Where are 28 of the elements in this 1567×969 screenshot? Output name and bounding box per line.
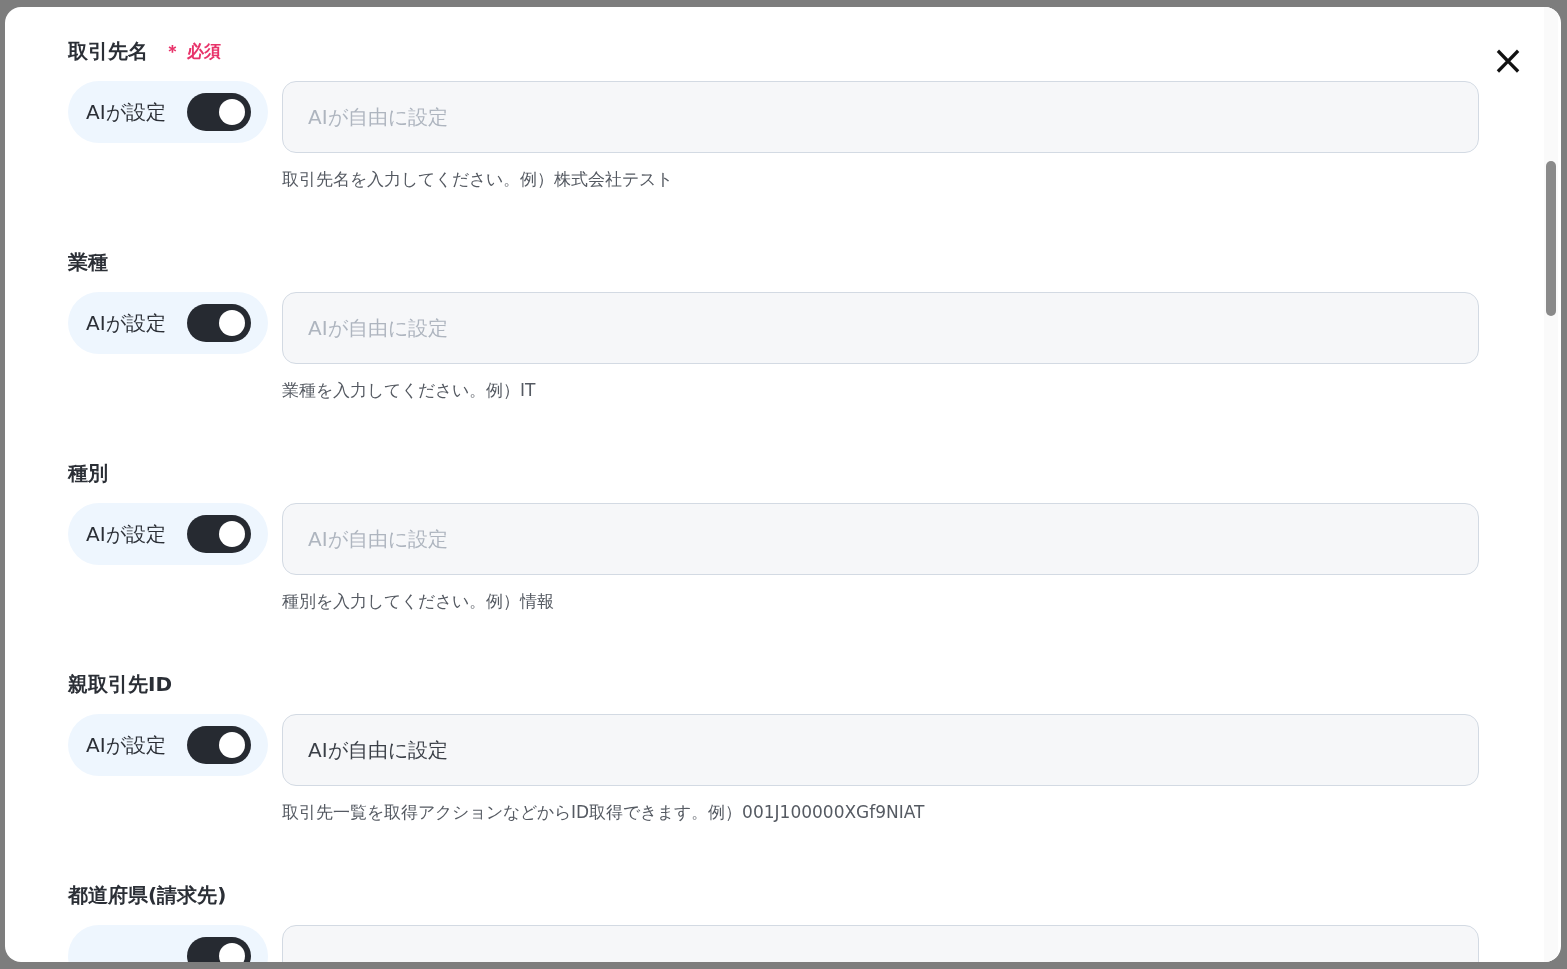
close-button[interactable]: × — [1491, 43, 1525, 77]
toggle-switch[interactable] — [187, 93, 251, 131]
toggle-label: AIが設定 — [86, 731, 166, 759]
required-tag: ＊ 必須 — [164, 39, 221, 63]
help-text: 取引先一覧を取得アクションなどからID取得できます。例）001J100000XGf9NIAT — [282, 801, 926, 824]
help-text: 業種を入力してください。例）IT — [282, 379, 537, 402]
field-label: 種別 — [68, 459, 108, 487]
input-field[interactable]: AIが自由に設定 — [282, 292, 1479, 364]
ai-toggle[interactable]: AIが設定 — [68, 503, 268, 565]
toggle-switch[interactable] — [187, 515, 251, 553]
ai-toggle[interactable]: AIが設定 — [68, 292, 268, 354]
toggle-label: AIが設定 — [86, 98, 166, 126]
input-field[interactable]: AIが自由に設定 — [282, 714, 1479, 786]
input-field[interactable]: AIが自由に設定 — [282, 503, 1479, 575]
field-label: 取引先名 — [68, 37, 148, 65]
ai-toggle[interactable]: AIが設定 — [68, 714, 268, 776]
field-label: 都道府県(請求先) — [68, 881, 227, 909]
input-field[interactable]: AIが自由に設定 — [282, 81, 1479, 153]
help-text: 種別を入力してください。例）情報 — [282, 590, 555, 613]
field-label: 業種 — [68, 248, 108, 276]
toggle-switch[interactable] — [187, 726, 251, 764]
toggle-switch[interactable] — [187, 304, 251, 342]
toggle-label: AIが設定 — [86, 309, 166, 337]
field-label: 親取引先ID — [68, 670, 173, 698]
help-text: 取引先名を入力してください。例）株式会社テスト — [282, 168, 674, 191]
scrollbar[interactable] — [1544, 7, 1558, 962]
toggle-label: AIが設定 — [86, 520, 166, 548]
ai-toggle[interactable]: AIが設定 — [68, 81, 268, 143]
